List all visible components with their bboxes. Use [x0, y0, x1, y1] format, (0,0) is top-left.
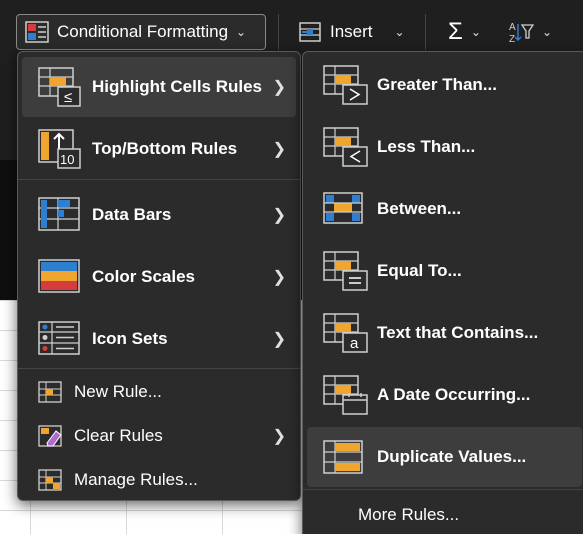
- top-bottom-icon: 10: [38, 129, 82, 169]
- chevron-down-icon: ⌄: [394, 25, 405, 39]
- chevron-right-icon: ❯: [272, 428, 286, 445]
- menu-item-more-rules[interactable]: More Rules...: [307, 494, 582, 534]
- insert-button[interactable]: Insert ⌄: [290, 14, 410, 50]
- highlight-cells-icon: ≤: [38, 67, 82, 107]
- menu-item-label: Clear Rules: [74, 426, 163, 445]
- chevron-down-icon: ⌄: [236, 25, 247, 39]
- menu-item-label: Top/Bottom Rules: [92, 139, 238, 158]
- menu-item-manage-rules[interactable]: Manage Rules...: [22, 459, 296, 501]
- menu-item-label: Manage Rules...: [74, 470, 198, 489]
- autosum-button[interactable]: Σ ⌄: [440, 14, 496, 50]
- clear-rules-icon: [38, 425, 64, 447]
- menu-item-date-occurring[interactable]: A Date Occurring...: [307, 365, 582, 425]
- menu-item-less-than[interactable]: Less Than...: [307, 117, 582, 177]
- sort-filter-icon: A Z: [508, 20, 534, 44]
- chevron-right-icon: ❯: [272, 141, 286, 158]
- menu-item-label: Text that Contains...: [377, 323, 539, 342]
- menu-item-label: More Rules...: [358, 505, 460, 524]
- menu-separator: [18, 368, 300, 369]
- manage-rules-icon: [38, 469, 64, 491]
- menu-separator: [303, 489, 583, 490]
- conditional-formatting-menu: ≤ Highlight Cells Rules ❯ 10 Top/Bottom …: [17, 51, 301, 501]
- conditional-formatting-button[interactable]: Conditional Formatting ⌄: [16, 14, 266, 50]
- chevron-down-icon: ⌄: [542, 25, 553, 39]
- highlight-cells-submenu: Greater Than... Less Than... Between... …: [302, 51, 583, 534]
- menu-separator: [18, 179, 300, 180]
- sort-filter-button[interactable]: A Z ⌄: [500, 14, 560, 50]
- svg-text:a: a: [350, 335, 359, 352]
- greater-than-icon: [323, 65, 371, 105]
- grid-line: [0, 510, 302, 511]
- menu-item-label: Less Than...: [377, 137, 476, 156]
- menu-item-label: Duplicate Values...: [377, 447, 527, 466]
- menu-item-clear-rules[interactable]: Clear Rules ❯: [22, 415, 296, 457]
- conditional-formatting-icon: [25, 21, 49, 43]
- svg-text:Z: Z: [509, 34, 515, 44]
- svg-text:A: A: [509, 22, 516, 33]
- menu-item-highlight-cells-rules[interactable]: ≤ Highlight Cells Rules ❯: [22, 57, 296, 117]
- menu-item-duplicate-values[interactable]: Duplicate Values...: [307, 427, 582, 487]
- menu-item-data-bars[interactable]: Data Bars ❯: [22, 185, 296, 245]
- menu-item-between[interactable]: Between...: [307, 179, 582, 239]
- chevron-right-icon: ❯: [272, 269, 286, 286]
- new-rule-icon: [38, 381, 64, 403]
- menu-item-label: Icon Sets: [92, 329, 168, 348]
- svg-text:10: 10: [60, 152, 74, 167]
- less-than-icon: [323, 127, 371, 167]
- chevron-down-icon: ⌄: [470, 25, 481, 39]
- duplicate-values-icon: [323, 437, 371, 477]
- equal-to-icon: [323, 251, 371, 291]
- sheet-row-headers: [0, 160, 18, 300]
- menu-item-equal-to[interactable]: Equal To...: [307, 241, 582, 301]
- menu-item-icon-sets[interactable]: Icon Sets ❯: [22, 309, 296, 369]
- menu-item-greater-than[interactable]: Greater Than...: [307, 55, 582, 115]
- menu-item-label: Greater Than...: [377, 75, 497, 94]
- insert-icon: [298, 21, 322, 43]
- date-occurring-icon: [323, 375, 371, 415]
- sum-icon: Σ: [448, 18, 463, 45]
- data-bars-icon: [38, 197, 82, 233]
- menu-item-new-rule[interactable]: New Rule...: [22, 371, 296, 413]
- menu-item-label: Color Scales: [92, 267, 195, 286]
- chevron-right-icon: ❯: [272, 79, 286, 96]
- conditional-formatting-label: Conditional Formatting: [57, 22, 229, 41]
- chevron-right-icon: ❯: [272, 331, 286, 348]
- menu-item-label: New Rule...: [74, 382, 162, 401]
- menu-item-label: Highlight Cells Rules: [92, 77, 263, 96]
- menu-item-label: Data Bars: [92, 205, 172, 224]
- menu-item-label: Equal To...: [377, 261, 462, 280]
- color-scales-icon: [38, 259, 82, 295]
- chevron-right-icon: ❯: [272, 207, 286, 224]
- menu-item-text-contains[interactable]: a Text that Contains...: [307, 303, 582, 363]
- ribbon-separator: [278, 14, 279, 50]
- icon-sets-icon: [38, 321, 82, 357]
- ribbon-separator: [425, 14, 426, 50]
- menu-item-label: Between...: [377, 199, 462, 218]
- svg-text:≤: ≤: [64, 89, 72, 106]
- insert-label: Insert: [330, 22, 373, 41]
- text-contains-icon: a: [323, 313, 371, 353]
- between-icon: [323, 189, 371, 229]
- menu-item-color-scales[interactable]: Color Scales ❯: [22, 247, 296, 307]
- menu-item-label: A Date Occurring...: [377, 385, 531, 404]
- menu-item-top-bottom-rules[interactable]: 10 Top/Bottom Rules ❯: [22, 119, 296, 179]
